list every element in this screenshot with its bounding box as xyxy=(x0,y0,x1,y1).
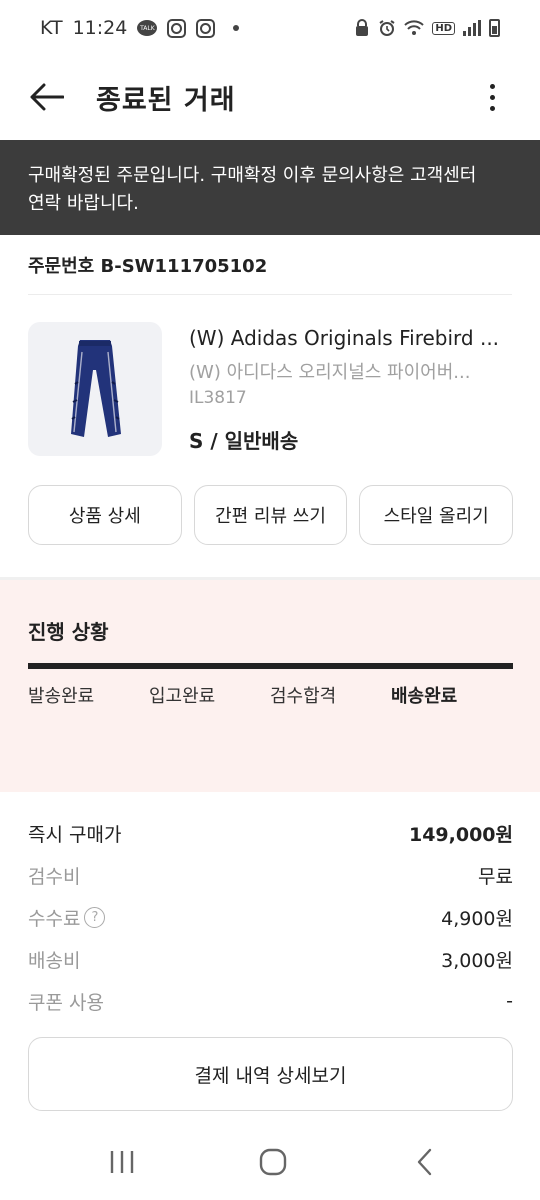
recent-apps-button[interactable] xyxy=(92,1142,152,1182)
progress-section: 진행 상황 발송완료 입고완료 검수합격 배송완료 xyxy=(0,580,540,792)
progress-step-inspected: 검수합격 xyxy=(270,686,337,707)
price-label-wrap: 수수료 ? xyxy=(28,904,106,931)
payment-detail-button[interactable]: 결제 내역 상세보기 xyxy=(28,1037,513,1111)
status-bar: KT 11:24 TALK HD xyxy=(0,0,540,56)
notice-line-2: 연락 바랍니다. xyxy=(28,193,139,214)
price-row-commission: 수수료 ? 4,900원 xyxy=(28,902,513,932)
price-row-coupon: 쿠폰 사용 - xyxy=(28,986,513,1016)
instagram-icon xyxy=(196,18,216,38)
product-actions: 상품 상세 간편 리뷰 쓰기 스타일 올리기 xyxy=(28,485,514,545)
system-nav-bar xyxy=(0,1125,540,1200)
price-label: 배송비 xyxy=(28,949,81,972)
arrow-left-icon xyxy=(30,83,64,111)
hd-icon: HD xyxy=(432,21,455,35)
progress-bar-fill xyxy=(28,663,513,669)
post-style-button[interactable]: 스타일 올리기 xyxy=(359,485,514,545)
page-title: 종료된 거래 xyxy=(96,85,236,116)
product-name-korean: (W) 아디다스 오리지널스 파이어버... xyxy=(189,362,471,383)
battery-icon xyxy=(489,19,500,37)
clock-label: 11:24 xyxy=(72,17,128,39)
price-value: 149,000원 xyxy=(408,823,513,846)
price-label: 즉시 구매가 xyxy=(28,823,122,846)
quick-review-button[interactable]: 간편 리뷰 쓰기 xyxy=(193,485,348,545)
status-left: KT 11:24 TALK xyxy=(40,17,240,39)
more-vertical-icon xyxy=(489,83,495,89)
price-value: 4,900원 xyxy=(441,907,513,930)
help-icon[interactable]: ? xyxy=(84,906,106,928)
home-button[interactable] xyxy=(243,1142,303,1182)
product-name[interactable]: (W) Adidas Originals Firebird ... xyxy=(189,326,513,350)
dot-icon xyxy=(233,25,240,31)
notice-banner: 구매확정된 주문입니다. 구매확정 이후 문의사항은 고객센터 연락 바랍니다. xyxy=(0,140,540,235)
talk-icon: TALK xyxy=(137,20,158,36)
track-pants-image xyxy=(71,340,121,437)
progress-title: 진행 상황 xyxy=(28,620,109,644)
product-detail-button[interactable]: 상품 상세 xyxy=(28,485,182,545)
price-value: 3,000원 xyxy=(441,949,513,972)
price-row-shipping-fee: 배송비 3,000원 xyxy=(28,944,513,974)
price-value: 무료 xyxy=(478,865,513,888)
notice-line-1: 구매확정된 주문입니다. 구매확정 이후 문의사항은 고객센터 xyxy=(28,165,477,186)
divider xyxy=(28,294,512,295)
progress-steps: 발송완료 입고완료 검수합격 배송완료 xyxy=(28,682,513,712)
app-header: 종료된 거래 xyxy=(0,56,540,140)
progress-bar xyxy=(28,663,513,669)
price-label: 쿠폰 사용 xyxy=(28,991,104,1014)
instagram-icon xyxy=(167,18,187,38)
price-label: 검수비 xyxy=(28,865,81,888)
progress-step-delivered: 배송완료 xyxy=(391,686,458,707)
product-image[interactable] xyxy=(28,322,162,456)
progress-step-received: 입고완료 xyxy=(149,686,216,707)
home-icon xyxy=(259,1148,287,1176)
lock-icon xyxy=(356,19,369,36)
price-value: - xyxy=(506,990,513,1012)
back-button[interactable] xyxy=(24,74,70,120)
status-right: HD xyxy=(354,19,500,37)
signal-icon xyxy=(463,20,481,36)
wifi-icon xyxy=(404,20,425,35)
progress-step-shipped: 발송완료 xyxy=(28,686,95,707)
price-row-instant-price: 즉시 구매가 149,000원 xyxy=(28,818,513,848)
recent-apps-icon xyxy=(110,1151,134,1173)
more-options-button[interactable] xyxy=(474,74,510,120)
system-back-button[interactable] xyxy=(395,1142,455,1182)
product-option: S / 일반배송 xyxy=(189,429,299,453)
price-row-inspection-fee: 검수비 무료 xyxy=(28,860,513,890)
price-label: 수수료 xyxy=(28,907,81,930)
product-code: IL3817 xyxy=(189,388,247,408)
order-number: 주문번호 B-SW111705102 xyxy=(28,256,268,277)
back-icon xyxy=(417,1148,432,1176)
alarm-icon xyxy=(379,20,395,36)
carrier-label: KT xyxy=(40,17,63,39)
